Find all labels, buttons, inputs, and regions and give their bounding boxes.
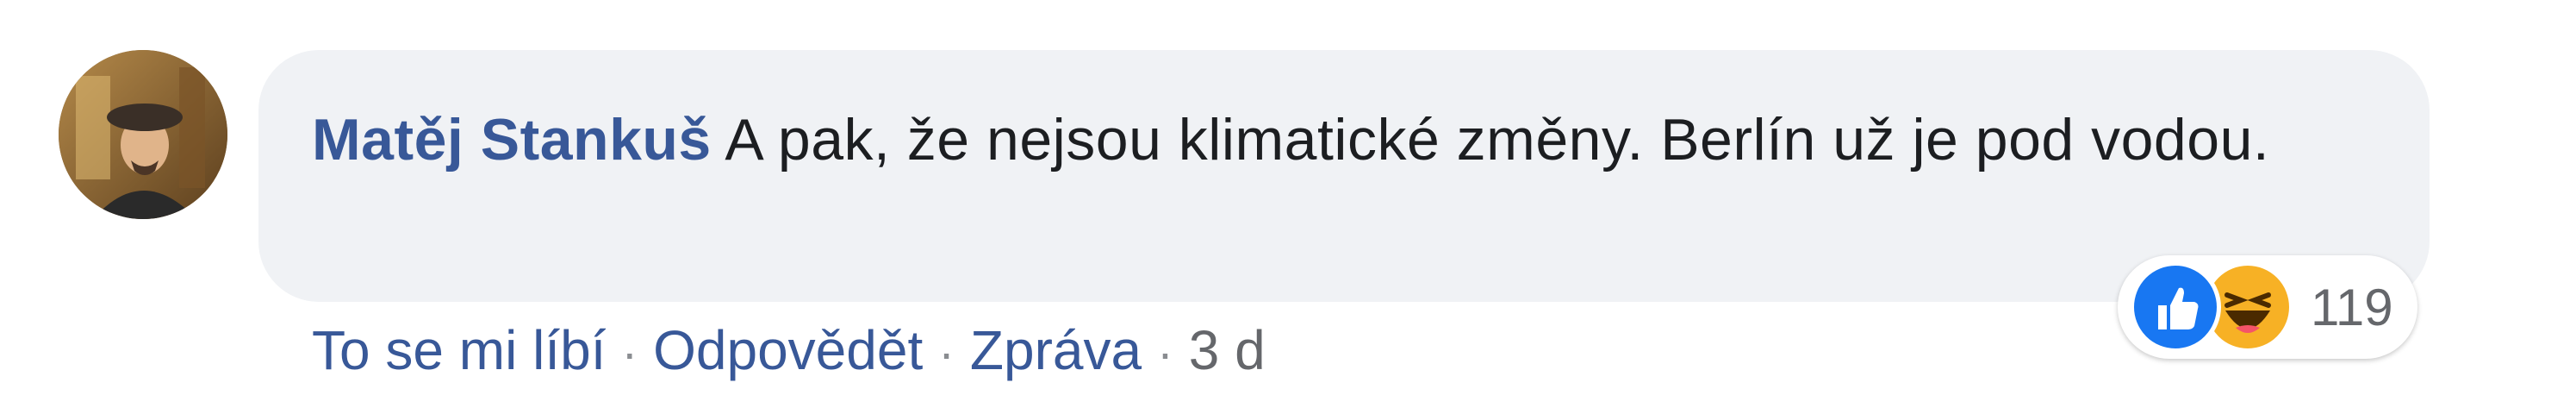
like-link[interactable]: To se mi líbí [312,319,606,381]
timestamp[interactable]: 3 d [1189,319,1266,381]
comment-author-link[interactable]: Matěj Stankuš [312,107,712,172]
message-link[interactable]: Zpráva [970,319,1142,381]
comment-bubble: Matěj Stankuš A pak, že nejsou klimatick… [258,50,2430,302]
reactions-summary[interactable]: 119 [2118,255,2417,359]
comment: Matěj Stankuš A pak, že nejsou klimatick… [0,0,2576,414]
comment-actions: To se mi líbí · Odpovědět · Zpráva · 3 d [312,312,1266,391]
comment-body: Matěj Stankuš A pak, že nejsou klimatick… [312,95,2380,185]
reply-link[interactable]: Odpovědět [653,319,923,381]
separator-dot: · [1157,325,1173,380]
separator-dot: · [621,325,638,380]
reaction-count: 119 [2311,278,2393,336]
avatar[interactable] [59,50,227,219]
comment-text: A pak, že nejsou klimatické změny. Berlí… [711,107,2270,172]
like-icon [2130,261,2221,353]
separator-dot: · [938,325,955,380]
